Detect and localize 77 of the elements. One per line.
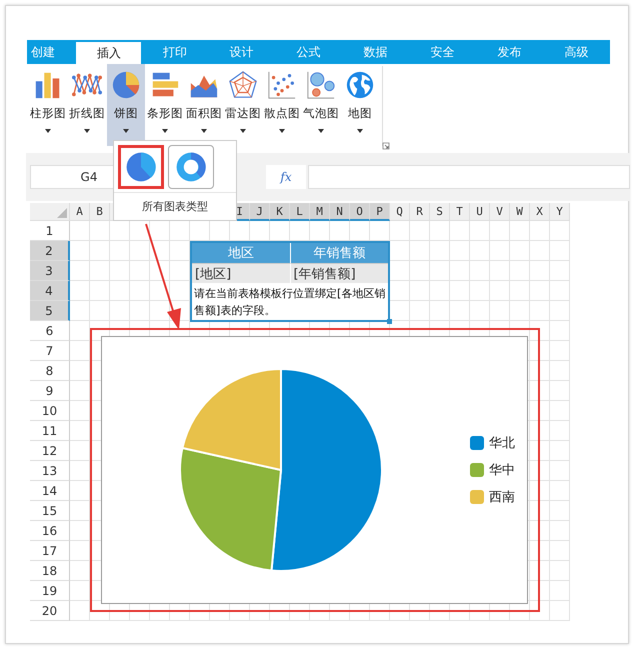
dialog-launcher-icon[interactable]	[382, 142, 390, 150]
field-cell: [年销售额]	[290, 263, 388, 283]
function-button[interactable]: fx	[266, 165, 306, 189]
row-header[interactable]: 8	[30, 361, 70, 381]
caret-icon	[279, 129, 285, 133]
caret-icon	[45, 129, 51, 133]
field-cell: [地区]	[192, 263, 290, 283]
chart-type-button[interactable]: 面积图	[185, 64, 223, 146]
row-header[interactable]: 2	[30, 241, 70, 261]
chart-type-button[interactable]: 气泡图	[302, 64, 340, 146]
bubble-chart-icon	[306, 70, 336, 100]
row-header[interactable]: 5	[30, 301, 70, 321]
formula-input-field[interactable]	[308, 165, 630, 189]
row-header[interactable]: 10	[30, 401, 70, 421]
chart-option-button[interactable]	[118, 145, 164, 189]
row-header[interactable]: 17	[30, 541, 70, 561]
table-header-cell: 地区	[192, 243, 290, 263]
row-header[interactable]: 9	[30, 381, 70, 401]
legend-label: 西南	[489, 489, 515, 506]
column-header[interactable]: L	[290, 203, 310, 221]
column-header[interactable]: W	[510, 203, 530, 221]
caret-icon	[357, 129, 363, 133]
row-header[interactable]: 6	[30, 321, 70, 341]
chart-type-button[interactable]: 散点图	[263, 64, 301, 146]
legend-label: 华中	[489, 462, 515, 479]
row-header[interactable]: 3	[30, 261, 70, 281]
column-header[interactable]: O	[350, 203, 370, 221]
row-header[interactable]: 20	[30, 601, 70, 621]
caret-icon	[123, 129, 129, 133]
chart-type-button[interactable]: 地图	[341, 64, 379, 146]
chart-type-button[interactable]: 折线图	[68, 64, 106, 146]
scatter-chart-icon	[267, 70, 297, 100]
caret-icon	[84, 129, 90, 133]
row-header[interactable]: 13	[30, 461, 70, 481]
caret-icon	[201, 129, 207, 133]
row-header[interactable]: 15	[30, 501, 70, 521]
binding-note: 请在当前表格模板行位置绑定[各地区销售额]表的字段。	[193, 286, 386, 319]
column-header[interactable]: X	[530, 203, 550, 221]
radar-chart-icon	[228, 70, 258, 100]
chart-type-button[interactable]: 柱形图	[29, 64, 67, 146]
row-header[interactable]: 19	[30, 581, 70, 601]
row-header[interactable]: 12	[30, 441, 70, 461]
row-header[interactable]: 18	[30, 561, 70, 581]
column-header[interactable]: R	[410, 203, 430, 221]
ribbon-tab[interactable]: 插入	[76, 42, 142, 64]
column-header[interactable]: N	[330, 203, 350, 221]
column-header[interactable]: P	[370, 203, 390, 221]
column-header[interactable]: Q	[390, 203, 410, 221]
column-header[interactable]: S	[430, 203, 450, 221]
corner-triangle-icon	[57, 208, 67, 218]
caret-icon	[162, 129, 168, 133]
column-header[interactable]: K	[270, 203, 290, 221]
chart-type-button[interactable]: 饼图	[107, 64, 145, 146]
column-header[interactable]: T	[450, 203, 470, 221]
pie-chart-icon	[111, 70, 141, 100]
caret-icon	[318, 129, 324, 133]
table-header-cell: 年销售额	[290, 243, 388, 263]
row-header[interactable]: 14	[30, 481, 70, 501]
chart-option-button[interactable]	[168, 145, 214, 189]
column-header[interactable]: M	[310, 203, 330, 221]
column-header[interactable]: Y	[550, 203, 570, 221]
row-header[interactable]: 16	[30, 521, 70, 541]
resize-handle[interactable]	[387, 319, 392, 324]
row-header[interactable]: 4	[30, 281, 70, 301]
row-header[interactable]: 1	[30, 221, 70, 241]
chart-type-button[interactable]: 雷达图	[224, 64, 262, 146]
column-header[interactable]: B	[90, 203, 110, 221]
row-header[interactable]: 7	[30, 341, 70, 361]
column-header[interactable]: J	[250, 203, 270, 221]
column-header[interactable]: V	[490, 203, 510, 221]
map-chart-icon	[345, 70, 375, 100]
row-header[interactable]: 11	[30, 421, 70, 441]
chart-type-button[interactable]: 条形图	[146, 64, 184, 146]
column-header[interactable]: U	[470, 203, 490, 221]
legend-label: 华北	[489, 435, 515, 452]
column-header[interactable]: A	[70, 203, 90, 221]
caret-icon	[240, 129, 246, 133]
